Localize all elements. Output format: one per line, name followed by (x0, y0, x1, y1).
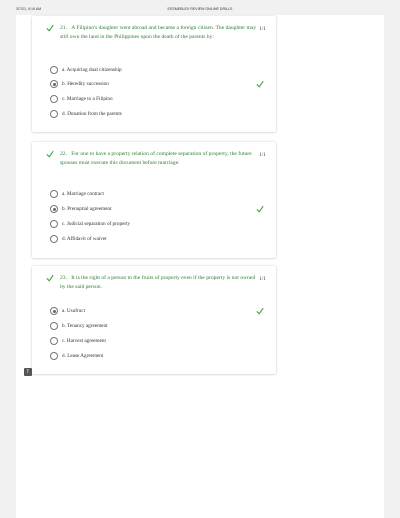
correct-check-icon (256, 307, 264, 315)
option-c[interactable]: c. Marriage to a Filipino (50, 95, 270, 105)
feedback-button[interactable]: ! (24, 368, 32, 376)
option-label: b. Prenuptial agreement (62, 205, 112, 212)
correct-check-icon (46, 150, 54, 158)
option-label: c. Marriage to a Filipino (62, 95, 113, 102)
option-b[interactable]: b. Heredity succession (50, 80, 270, 90)
question-text: 23. It is the right of a person to the f… (60, 275, 256, 290)
radio-button[interactable] (50, 322, 58, 330)
option-a[interactable]: a. Marriage contract (50, 190, 270, 200)
radio-button[interactable] (50, 190, 58, 198)
option-label: a. Marriage contract (62, 190, 104, 197)
option-label: a. Usufruct (62, 307, 86, 314)
radio-button[interactable] (50, 220, 58, 228)
correct-check-icon (256, 205, 264, 213)
option-d[interactable]: d. Lease Agreement (50, 352, 270, 362)
option-b[interactable]: b. Tenancy agreement (50, 322, 270, 332)
option-d[interactable]: d. Affidavit of waiver (50, 235, 270, 245)
radio-button-selected[interactable] (50, 307, 58, 315)
question-card-21: 21. A Filipino's daughter went abroad an… (32, 16, 276, 132)
radio-button[interactable] (50, 352, 58, 360)
radio-button[interactable] (50, 66, 58, 74)
radio-button-selected[interactable] (50, 80, 58, 88)
question-text: 22. For one to have a property relation … (60, 151, 252, 166)
option-b[interactable]: b. Prenuptial agreement (50, 205, 270, 215)
question-points: 1/1 (259, 276, 266, 282)
option-a[interactable]: a. Usufruct (50, 307, 270, 317)
correct-check-icon (46, 24, 54, 32)
radio-button[interactable] (50, 110, 58, 118)
question-card-22: 22. For one to have a property relation … (32, 142, 276, 258)
print-header: 3/7/21, 9:19 AM ESSMEBLEX REVIEW ONLINE … (0, 5, 400, 15)
radio-button-selected[interactable] (50, 205, 58, 213)
radio-button[interactable] (50, 95, 58, 103)
option-label: d. Donation from the parents (62, 110, 122, 117)
option-label: c. Harvest agreement (62, 337, 106, 344)
option-label: a. Acquiring dual citizenship (62, 66, 122, 73)
option-c[interactable]: c. Harvest agreement (50, 337, 270, 347)
option-label: d. Lease Agreement (62, 352, 104, 359)
print-title: ESSMEBLEX REVIEW ONLINE DRILLS (167, 7, 233, 11)
question-points: 1/1 (259, 26, 266, 32)
option-a[interactable]: a. Acquiring dual citizenship (50, 66, 270, 76)
radio-button[interactable] (50, 235, 58, 243)
correct-check-icon (256, 80, 264, 88)
option-label: b. Heredity succession (62, 80, 109, 87)
option-c[interactable]: c. Judicial separation of property (50, 220, 270, 230)
correct-check-icon (46, 274, 54, 282)
question-card-23: 23. It is the right of a person to the f… (32, 266, 276, 374)
question-points: 1/1 (259, 152, 266, 158)
option-d[interactable]: d. Donation from the parents (50, 110, 270, 120)
exclamation-icon: ! (27, 368, 29, 375)
option-label: d. Affidavit of waiver (62, 235, 107, 242)
option-label: b. Tenancy agreement (62, 322, 108, 329)
radio-button[interactable] (50, 337, 58, 345)
option-label: c. Judicial separation of property (62, 220, 131, 227)
question-text: 21. A Filipino's daughter went abroad an… (60, 25, 257, 40)
